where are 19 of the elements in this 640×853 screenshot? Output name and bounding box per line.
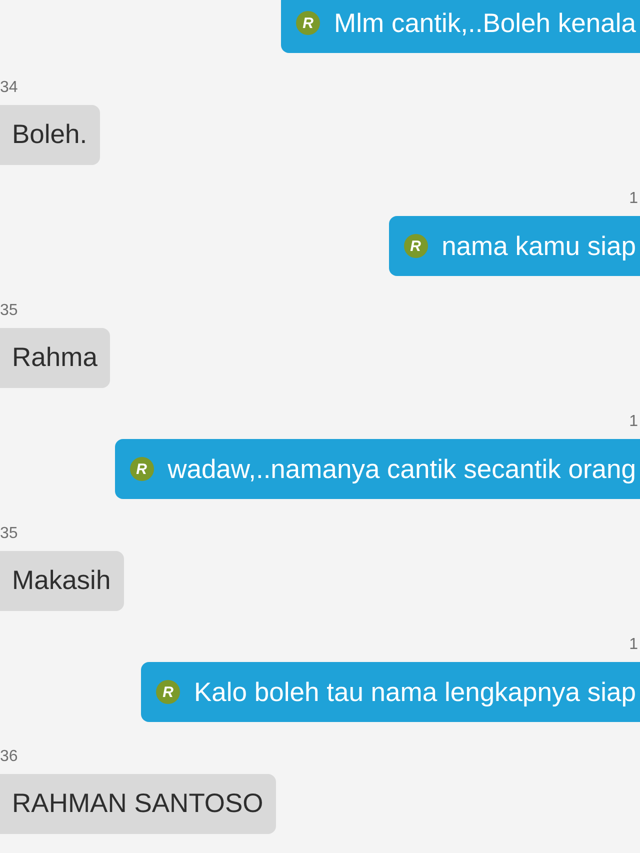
message-text: Kalo boleh tau nama lengkapnya siap: [194, 676, 636, 708]
sender-badge: R: [296, 11, 320, 35]
message-time: 34: [0, 78, 18, 96]
message-text: wadaw,..namanya cantik secantik orang: [168, 454, 636, 484]
message-time: 1: [629, 413, 639, 431]
message-time: 36: [0, 748, 18, 766]
sender-badge: R: [404, 234, 428, 258]
message-text: nama kamu siap: [442, 230, 636, 262]
message-text: Mlm cantik,..Boleh kenala: [334, 8, 636, 38]
message-time: 35: [0, 524, 18, 542]
message-bubble: Makasih: [0, 550, 124, 610]
sender-badge: R: [156, 680, 180, 704]
message-time: 35: [0, 302, 18, 320]
sender-badge: R: [130, 457, 154, 481]
message-bubble: RAHMAN SANTOSO: [0, 774, 276, 834]
message-time: 1: [629, 190, 639, 208]
message-time: 1: [629, 636, 639, 654]
message-bubble: Boleh.: [0, 104, 100, 164]
message-bubble: Rahma: [0, 328, 110, 388]
